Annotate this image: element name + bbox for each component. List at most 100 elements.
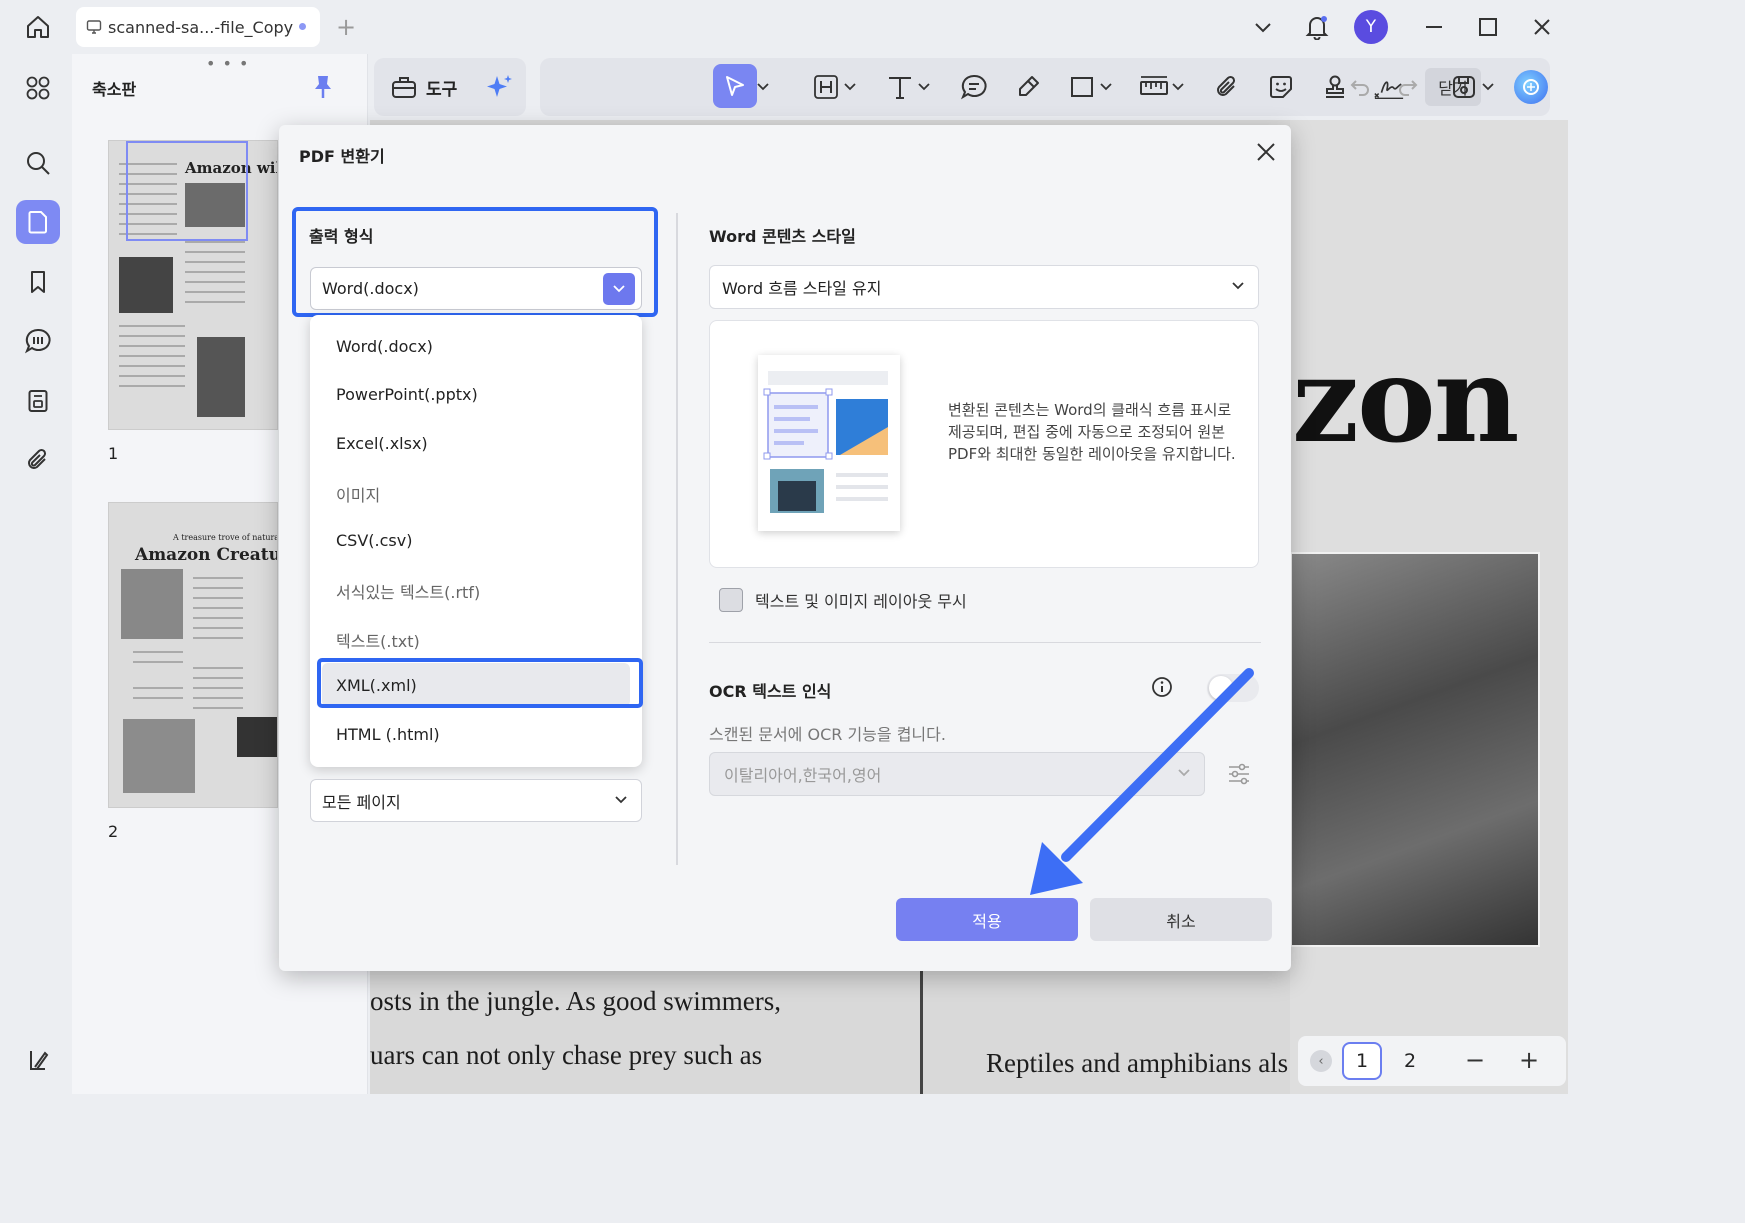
ai-assistant-icon	[1523, 79, 1539, 95]
paperclip-icon	[1217, 75, 1236, 96]
measure-tool-dropdown[interactable]	[1170, 71, 1186, 103]
ai-tools-button[interactable]	[484, 71, 516, 103]
cancel-button[interactable]: 취소	[1090, 898, 1272, 941]
ocr-settings-button[interactable]	[1225, 760, 1253, 788]
zoom-in-button[interactable]: +	[1514, 1046, 1544, 1074]
output-format-highlight	[292, 207, 658, 317]
tools-label: 도구	[426, 80, 458, 100]
document-layout-icon	[763, 371, 888, 513]
select-tool-dropdown[interactable]	[755, 71, 771, 103]
apply-button[interactable]: 적용	[896, 898, 1078, 941]
tools-button[interactable]	[388, 71, 420, 103]
ocr-info-button[interactable]	[1151, 676, 1173, 698]
measure-tool-button[interactable]	[1138, 71, 1170, 103]
rail-search-button[interactable]	[16, 141, 60, 185]
save-dropdown[interactable]	[1480, 71, 1496, 103]
maximize-icon	[1479, 18, 1497, 36]
save-button[interactable]	[1448, 71, 1480, 103]
attach-tool-button[interactable]	[1211, 71, 1243, 103]
format-option-rtf[interactable]: 서식있는 텍스트(.rtf)	[336, 579, 480, 603]
page-thumbnail-2[interactable]: A treasure trove of natural life. Amazon…	[108, 502, 278, 808]
rail-layers-button[interactable]	[16, 1038, 60, 1082]
rail-thumbnails-button[interactable]	[16, 200, 60, 244]
save-icon	[1453, 76, 1475, 98]
section-divider	[709, 642, 1261, 643]
chevron-left-icon: ‹	[1318, 1053, 1324, 1069]
text-icon	[889, 77, 911, 99]
note-tool-button[interactable]	[958, 71, 990, 103]
close-window-button[interactable]	[1527, 12, 1557, 42]
ocr-toggle[interactable]	[1207, 674, 1259, 702]
format-option-csv[interactable]: CSV(.csv)	[336, 531, 412, 550]
maximize-button[interactable]	[1473, 12, 1503, 42]
page-navigator: ‹ 1 2 − +	[1298, 1036, 1566, 1086]
heading-tool-button[interactable]	[810, 71, 842, 103]
rail-comments-button[interactable]	[16, 319, 60, 363]
sticker-tool-button[interactable]	[1265, 71, 1297, 103]
toolbar-group-tools: 도구	[374, 58, 526, 116]
shape-tool-dropdown[interactable]	[1098, 71, 1114, 103]
select-tool-button[interactable]	[713, 64, 757, 108]
thumbnail-photo	[119, 257, 173, 313]
zoom-out-button[interactable]: −	[1460, 1046, 1490, 1074]
rail-apps-button[interactable]	[16, 66, 60, 110]
tab-list-button[interactable]	[1248, 12, 1278, 42]
page-button-2[interactable]: 2	[1390, 1042, 1430, 1080]
rail-forms-button[interactable]	[16, 379, 60, 423]
pin-panel-button[interactable]	[312, 74, 334, 104]
rail-attachments-button[interactable]	[16, 438, 60, 482]
page-thumbnail-1[interactable]: Amazon wild	[108, 140, 278, 430]
format-option-excel[interactable]: Excel(.xlsx)	[336, 434, 428, 453]
chevron-down-icon	[757, 83, 769, 91]
redo-button[interactable]	[1392, 71, 1424, 103]
text-tool-button[interactable]	[884, 71, 916, 103]
plus-icon: +	[336, 13, 357, 41]
format-option-word[interactable]: Word(.docx)	[336, 337, 433, 356]
chevron-down-icon	[1482, 83, 1494, 91]
chevron-down-icon	[844, 83, 856, 91]
format-option-txt[interactable]: 텍스트(.txt)	[336, 628, 420, 652]
minimize-button[interactable]	[1419, 12, 1449, 42]
word-style-select[interactable]: Word 흐름 스타일 유지	[709, 265, 1259, 309]
panel-drag-handle[interactable]: • • •	[206, 54, 249, 73]
chevron-down-icon	[1172, 83, 1184, 91]
shape-tool-button[interactable]	[1066, 71, 1098, 103]
document-column-divider	[920, 970, 923, 1094]
word-style-label: Word 콘텐츠 스타일	[709, 227, 856, 246]
heading-tool-dropdown[interactable]	[842, 71, 858, 103]
ignore-layout-checkbox[interactable]	[719, 588, 743, 612]
dialog-divider	[676, 213, 678, 865]
format-option-powerpoint[interactable]: PowerPoint(.pptx)	[336, 385, 478, 404]
dialog-title: PDF 변환기	[299, 147, 385, 166]
ocr-language-select[interactable]: 이탈리아어,한국어,영어	[709, 752, 1205, 796]
ai-assistant-button[interactable]	[1514, 70, 1548, 104]
bookmark-icon	[31, 271, 45, 293]
document-tab[interactable]: scanned-sa...-file_Copy	[76, 7, 320, 47]
highlighter-tool-button[interactable]	[1012, 71, 1044, 103]
previous-page-button[interactable]: ‹	[1310, 1050, 1332, 1072]
thumbnail-photo	[197, 337, 245, 417]
dialog-close-button[interactable]	[1251, 137, 1281, 167]
comment-icon	[24, 328, 51, 354]
info-icon	[1152, 677, 1172, 697]
ignore-layout-option[interactable]: 텍스트 및 이미지 레이아웃 무시	[719, 588, 967, 612]
home-button[interactable]	[22, 11, 54, 43]
page-button-1[interactable]: 1	[1342, 1042, 1382, 1080]
format-option-image[interactable]: 이미지	[336, 482, 380, 506]
redo-icon	[1399, 80, 1418, 96]
undo-button[interactable]	[1344, 71, 1376, 103]
chevron-down-icon	[615, 796, 627, 804]
grid-icon	[26, 76, 50, 100]
minimize-icon	[1426, 26, 1442, 28]
notifications-button[interactable]	[1302, 12, 1332, 42]
word-style-preview-card: 변환된 콘텐츠는 Word의 클래식 흐름 표시로 제공되며, 편집 중에 자동…	[709, 320, 1259, 568]
add-tab-button[interactable]: +	[336, 14, 356, 40]
format-option-html[interactable]: HTML (.html)	[336, 725, 440, 744]
rail-bookmarks-button[interactable]	[16, 260, 60, 304]
ignore-layout-label: 텍스트 및 이미지 레이아웃 무시	[755, 592, 967, 611]
page-range-select[interactable]: 모든 페이지	[310, 779, 642, 822]
text-tool-dropdown[interactable]	[916, 71, 932, 103]
avatar[interactable]: Y	[1354, 10, 1388, 44]
viewport-indicator[interactable]	[126, 141, 248, 241]
settings-sliders-icon	[1229, 763, 1249, 785]
